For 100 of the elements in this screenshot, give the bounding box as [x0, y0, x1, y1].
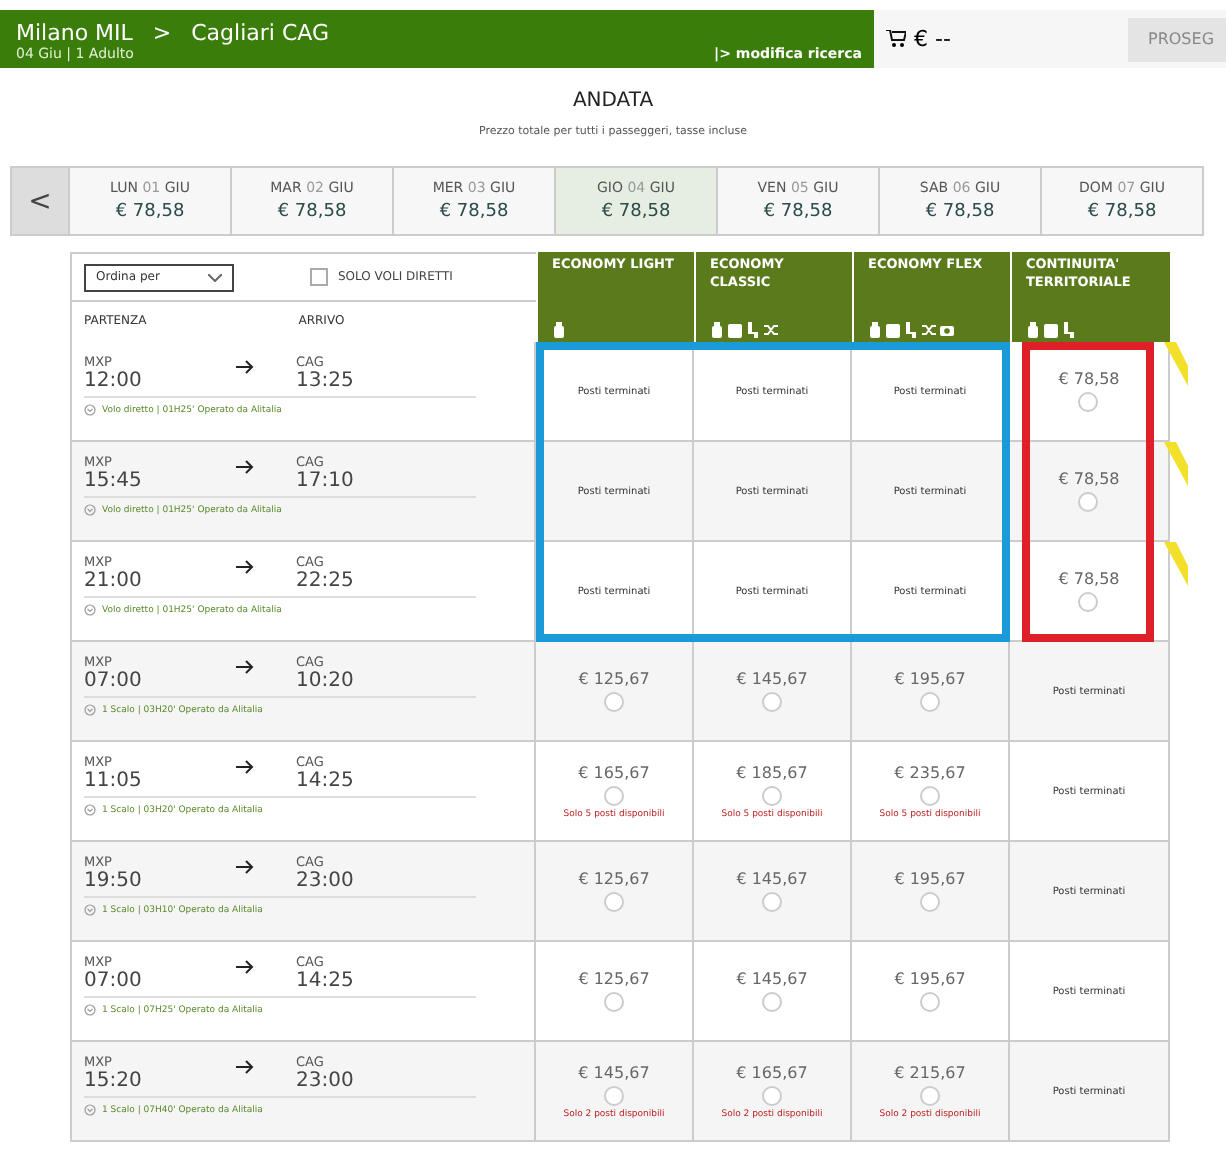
arrival-time: 10:20 [296, 670, 356, 692]
departure-time: 07:00 [84, 670, 144, 692]
fare-price: € 195,67 [894, 870, 966, 888]
fare-radio[interactable] [920, 692, 940, 712]
fare-radio[interactable] [604, 892, 624, 912]
fare-option[interactable]: € 125,67 [578, 970, 650, 1012]
expand-icon[interactable] [84, 904, 96, 916]
arrival-time: 14:25 [296, 770, 356, 792]
fare-option[interactable]: € 195,67 [894, 870, 966, 912]
fare-price: € 165,67 [578, 763, 650, 781]
fare-option[interactable]: € 78,58 [1058, 470, 1120, 512]
fare-radio[interactable] [762, 992, 782, 1012]
arrival-time: 23:00 [296, 870, 356, 892]
direct-flights-checkbox[interactable] [310, 268, 328, 286]
fare-price: € 235,67 [894, 763, 966, 781]
expand-icon[interactable] [84, 704, 96, 716]
expand-icon[interactable] [84, 504, 96, 516]
fare-price: € 78,58 [1058, 370, 1120, 388]
arrow-icon [236, 460, 254, 474]
fare-radio[interactable] [920, 992, 940, 1012]
arrival-time: 17:10 [296, 470, 356, 492]
fare-radio[interactable] [604, 692, 624, 712]
bottle-icon [868, 322, 882, 338]
departure-time: 12:00 [84, 370, 144, 392]
destination-city: Cagliari CAG [191, 20, 329, 46]
fare-price: € 145,67 [736, 670, 808, 688]
suitcase-icon [728, 322, 742, 338]
origin-city: Milano MIL [16, 20, 133, 46]
seat-icon [904, 322, 918, 338]
fare-price: € 215,67 [894, 1063, 966, 1081]
suitcase-icon [1044, 322, 1058, 338]
fare-price: € 145,67 [736, 970, 808, 988]
fare-price: € 78,58 [1058, 570, 1120, 588]
fare-option[interactable]: € 78,58 [1058, 570, 1120, 612]
fare-option[interactable]: € 195,67 [894, 670, 966, 712]
expand-icon[interactable] [84, 1104, 96, 1116]
arrival-time: 14:25 [296, 970, 356, 992]
fare-radio[interactable] [1078, 492, 1099, 512]
fare-radio[interactable] [1078, 592, 1099, 612]
previous-button[interactable]: < [10, 166, 70, 236]
chevron-down-icon [208, 273, 222, 281]
fare-option[interactable]: € 195,67 [894, 970, 966, 1012]
fare-price: € 125,67 [578, 970, 650, 988]
arrow-icon [236, 360, 254, 374]
expand-icon[interactable] [84, 1004, 96, 1016]
departure-time: 15:45 [84, 470, 144, 492]
departure-time: 21:00 [84, 570, 144, 592]
seat-icon [1062, 322, 1076, 338]
fare-option[interactable]: € 125,67 [578, 870, 650, 912]
fare-price: € 145,67 [736, 870, 808, 888]
fare-price: € 125,67 [578, 870, 650, 888]
arrival-time: 23:00 [296, 1070, 356, 1092]
expand-icon[interactable] [84, 404, 96, 416]
bottle-icon [710, 322, 724, 338]
fare-option[interactable]: € 145,67 [736, 870, 808, 912]
fare-radio[interactable] [761, 785, 782, 805]
seat-icon [746, 322, 760, 338]
fare-radio[interactable] [603, 1085, 624, 1105]
expand-icon[interactable] [84, 604, 96, 616]
fare-price: € 145,67 [578, 1063, 650, 1081]
arrow-icon [236, 1060, 254, 1074]
departure-time: 19:50 [84, 870, 144, 892]
departure-time: 07:00 [84, 970, 144, 992]
fare-option[interactable]: € 145,67 [736, 670, 808, 712]
fare-radio[interactable] [604, 992, 624, 1012]
fare-radio[interactable] [761, 1085, 782, 1105]
fare-price: € 125,67 [578, 670, 650, 688]
arrow-icon [236, 560, 254, 574]
suitcase-icon [886, 322, 900, 338]
fare-radio[interactable] [603, 785, 624, 805]
cart-total: € -- [914, 26, 951, 52]
arrival-time: 22:25 [296, 570, 356, 592]
bottle-icon [552, 322, 566, 338]
cart-icon [886, 30, 906, 48]
shuffle-icon [764, 322, 778, 338]
arrow-icon [236, 660, 254, 674]
fare-radio[interactable] [1078, 392, 1099, 412]
fare-radio[interactable] [919, 1085, 940, 1105]
fare-radio[interactable] [919, 785, 940, 805]
departure-time: 15:20 [84, 1070, 144, 1092]
fare-price: € 165,67 [736, 1063, 808, 1081]
arrow-icon [236, 860, 254, 874]
fare-radio[interactable] [762, 692, 782, 712]
departure-time: 11:05 [84, 770, 144, 792]
fare-radio[interactable] [920, 892, 940, 912]
fare-price: € 195,67 [894, 670, 966, 688]
fare-option[interactable]: € 125,67 [578, 670, 650, 712]
arrow-icon [236, 960, 254, 974]
fare-price: € 78,58 [1058, 470, 1120, 488]
chevron-icon: > [152, 20, 172, 46]
fare-price: € 185,67 [736, 763, 808, 781]
fare-price: € 195,67 [894, 970, 966, 988]
fare-option[interactable]: € 145,67 [736, 970, 808, 1012]
fare-option[interactable]: € 78,58 [1058, 370, 1120, 412]
arrival-time: 13:25 [296, 370, 356, 392]
refund-icon [940, 322, 954, 338]
section-title: ANDATA [570, 90, 656, 112]
arrow-icon [236, 760, 254, 774]
expand-icon[interactable] [84, 804, 96, 816]
fare-radio[interactable] [762, 892, 782, 912]
